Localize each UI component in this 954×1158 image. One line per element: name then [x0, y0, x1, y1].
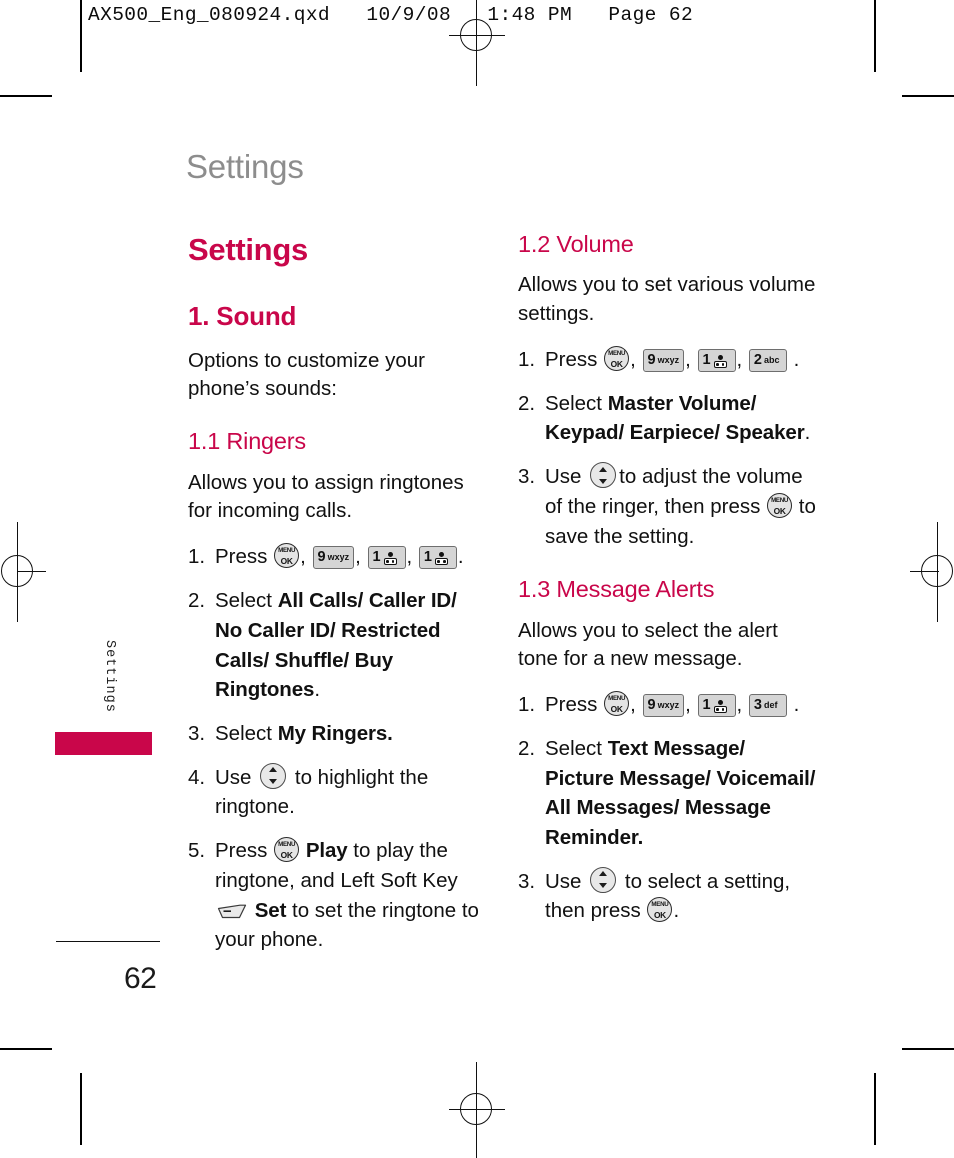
step-number: 2.: [188, 589, 206, 613]
step-number: 2.: [518, 391, 536, 415]
thumb-tab-label: Settings: [102, 640, 117, 713]
subsection-intro-message-alerts: Allows you to select the alert tone for …: [518, 618, 778, 670]
key-9-wxyz-icon: 9 wxyz: [312, 546, 355, 570]
crop-mark-top-right-v: [874, 0, 876, 72]
navigation-key-updown-icon: [590, 462, 617, 489]
page-number: 62: [124, 962, 157, 995]
section-heading-sound: 1. Sound: [188, 301, 297, 332]
step-lead: Select: [215, 722, 272, 745]
key-1-voicemail-icon: 1: [697, 348, 736, 372]
key-3-def-icon: 3 def: [748, 694, 787, 718]
list-item: 2. Select All Calls/ Caller ID/ No Calle…: [188, 586, 488, 705]
list-item: 2. Select Text Message/ Picture Message/…: [518, 734, 818, 853]
list-item: 4. Use to highlight the ringtone.: [188, 762, 488, 822]
list-item: 3. Use to select a setting, then press M…: [518, 866, 818, 926]
step-trail: .: [314, 678, 321, 702]
step-lead: Press: [545, 693, 598, 717]
step-lead: Use: [215, 765, 252, 789]
list-item: 3. Select My Ringers.: [188, 719, 488, 749]
step-lead: Select: [545, 391, 602, 415]
step-number: 2.: [518, 736, 536, 760]
crop-mark-top-left-h: [0, 95, 52, 97]
list-item: 1. Press MENU OK , 9 wxyz , 1 , 1 .: [188, 542, 488, 572]
step-lead: Press: [545, 347, 598, 371]
left-column: Settings 1. Sound Options to customize y…: [188, 228, 488, 969]
subsection-intro-volume: Allows you to set various volume setting…: [518, 273, 816, 325]
prepress-slug-line: AX500_Eng_080924.qxd 10/9/08 1:48 PM Pag…: [88, 4, 694, 26]
menu-ok-key-icon: MENU OK: [604, 691, 630, 717]
subsection-heading-ringers: 1.1 Ringers: [188, 428, 306, 455]
step-lead: Select: [215, 589, 272, 613]
step-action-play: Play: [305, 839, 348, 863]
step-mid: to adjust the volume of the ringer, then…: [545, 465, 803, 518]
running-head: Settings: [186, 148, 304, 185]
step-number: 3.: [188, 722, 206, 745]
key-1-voicemail-icon: 1: [697, 694, 736, 718]
steps-list-volume: 1. Press MENU OK , 9 wxyz , 1 , 2 abc . 2. …: [518, 345, 818, 551]
step-trail: .: [457, 545, 464, 569]
step-trail: .: [793, 347, 800, 371]
navigation-key-updown-icon: [260, 762, 287, 789]
thumb-tab-block: [55, 732, 152, 755]
steps-list-message-alerts: 1. Press MENU OK , 9 wxyz , 1 , 3 def . 2. …: [518, 690, 818, 926]
footer-divider: [56, 941, 160, 942]
crop-mark-top-right-h: [902, 95, 954, 97]
key-9-wxyz-icon: 9 wxyz: [642, 694, 685, 718]
step-number: 4.: [188, 765, 206, 789]
registration-mark-left: [0, 522, 46, 622]
step-lead: Select: [545, 736, 602, 760]
list-item: 3. Use to adjust the volume of the ringe…: [518, 462, 818, 551]
step-trail: .: [673, 899, 680, 923]
list-item: 2. Select Master Volume/ Keypad/ Earpiec…: [518, 389, 818, 448]
step-trail: .: [804, 421, 811, 445]
section-intro-sound: Options to customize your phone’s sounds…: [188, 348, 425, 401]
key-9-wxyz-icon: 9 wxyz: [642, 348, 685, 372]
subsection-heading-volume: 1.2 Volume: [518, 231, 634, 257]
step-number: 3.: [518, 869, 536, 893]
crop-mark-bottom-left-h: [0, 1048, 52, 1050]
menu-ok-key-icon: MENU OK: [274, 543, 300, 569]
list-item: 1. Press MENU OK , 9 wxyz , 1 , 3 def .: [518, 690, 818, 720]
step-number: 1.: [518, 693, 536, 717]
list-item: 1. Press MENU OK , 9 wxyz , 1 , 2 abc .: [518, 345, 818, 375]
key-1-voicemail-icon: 1: [418, 546, 457, 570]
step-lead: Use: [545, 869, 582, 893]
key-1-voicemail-icon: 1: [367, 546, 406, 570]
registration-mark-right: [910, 522, 954, 622]
step-number: 3.: [518, 465, 536, 489]
menu-ok-key-icon: MENU OK: [274, 837, 300, 863]
menu-ok-key-icon: MENU OK: [767, 492, 793, 518]
registration-mark-bottom: [449, 1062, 505, 1158]
step-action-set: Set: [254, 898, 287, 922]
subsection-intro-ringers: Allows you to assign ringtones for incom…: [188, 470, 464, 523]
right-column: 1.2 Volume Allows you to set various vol…: [518, 228, 818, 940]
step-options: My Ringers.: [277, 722, 393, 745]
list-item: 5. Press MENU OK Play to play the rington…: [188, 836, 488, 955]
crop-mark-bottom-right-v: [874, 1073, 876, 1145]
step-number: 1.: [518, 347, 536, 371]
steps-list-ringers: 1. Press MENU OK , 9 wxyz , 1 , 1 . 2. Sel…: [188, 542, 488, 955]
menu-ok-key-icon: MENU OK: [604, 345, 630, 371]
crop-mark-bottom-right-h: [902, 1048, 954, 1050]
step-number: 5.: [188, 839, 206, 863]
step-number: 1.: [188, 545, 206, 569]
step-lead: Press: [215, 545, 268, 569]
page-title: Settings: [188, 232, 308, 267]
left-soft-key-icon: [217, 899, 247, 918]
key-2-abc-icon: 2 abc: [748, 348, 787, 372]
navigation-key-updown-icon: [590, 866, 617, 893]
step-lead: Press: [215, 839, 268, 863]
crop-mark-bottom-left-v: [80, 1073, 82, 1145]
crop-mark-top-left-v: [80, 0, 82, 72]
step-trail: .: [793, 693, 800, 717]
subsection-heading-message-alerts: 1.3 Message Alerts: [518, 576, 715, 603]
menu-ok-key-icon: MENU OK: [647, 897, 673, 923]
step-lead: Use: [545, 465, 582, 489]
